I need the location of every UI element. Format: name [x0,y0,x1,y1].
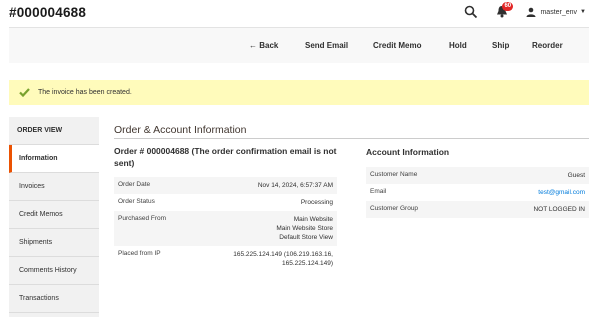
sidebar-item-shipments[interactable]: Shipments [9,229,99,257]
sidebar-item-information[interactable]: Information [9,145,99,173]
credit-memo-button[interactable]: Credit Memo [373,41,421,50]
value-line: Main Website [293,216,333,223]
row-label: Order Date [118,181,151,188]
value-line: 165.225.124.149 (106.219.163.16, [233,251,333,258]
sidebar-heading: ORDER VIEW [9,117,99,145]
row-label: Customer Group [370,205,419,212]
table-row: Order Status Processing [114,194,337,211]
notification-count-badge: 60 [502,2,514,11]
chevron-down-icon: ▼ [580,9,586,15]
page-title: #000004688 [9,5,87,20]
ship-button[interactable]: Ship [492,41,509,50]
sidebar-item-transactions[interactable]: Transactions [9,285,99,313]
value-line: Default Store View [279,234,333,241]
value-line: 165.225.124.149) [282,260,333,267]
hold-button[interactable]: Hold [449,41,467,50]
table-row: Order Date Nov 14, 2024, 6:57:37 AM [114,177,337,194]
table-row: Placed from IP 165.225.124.149 (106.219.… [114,246,337,272]
row-value: Nov 14, 2024, 6:57:37 AM [257,182,333,189]
search-icon[interactable] [464,5,478,19]
row-value: NOT LOGGED IN [533,206,585,213]
value-line: Main Website Store [276,225,333,232]
page-actions-bar: ← Back Send Email Credit Memo Hold Ship … [9,27,589,63]
section-divider [114,138,589,139]
row-value: Guest [567,172,585,179]
section-title: Order & Account Information [114,124,247,136]
row-value: Main Website Main Website Store Default … [174,211,337,246]
table-row: Purchased From Main Website Main Website… [114,211,337,246]
table-row: Customer Name Guest [366,167,589,184]
row-value: 165.225.124.149 (106.219.163.16, 165.225… [174,246,337,272]
admin-actions: 60 master_env ▼ [464,2,586,20]
account-info-title: Account Information [366,147,450,157]
send-email-button[interactable]: Send Email [305,41,348,50]
order-info-table: Order Date Nov 14, 2024, 6:57:37 AM Orde… [114,177,337,272]
checkmark-icon [19,88,30,98]
sidebar-item-invoices[interactable]: Invoices [9,173,99,201]
sidebar-item-comments-history[interactable]: Comments History [9,257,99,285]
row-value: Processing [300,199,333,206]
row-label: Order Status [118,198,155,205]
reorder-button[interactable]: Reorder [532,41,563,50]
user-menu[interactable]: master_env ▼ [526,7,586,17]
row-label: Email [370,188,387,195]
back-button[interactable]: ← Back [249,41,278,50]
order-title: Order # 000004688 (The order confirmatio… [114,146,337,168]
table-row: Customer Group NOT LOGGED IN [366,201,589,218]
email-link[interactable]: test@gmail.com [474,184,589,201]
row-label: Placed from IP [118,250,161,257]
user-name: master_env [540,8,578,16]
notifications-button[interactable]: 60 [496,2,514,19]
success-message: The invoice has been created. [9,80,589,105]
order-view-sidebar: ORDER VIEW Information Invoices Credit M… [9,117,99,317]
row-label: Customer Name [370,171,418,178]
account-info-table: Customer Name Guest Email test@gmail.com… [366,167,589,218]
row-label: Purchased From [118,215,167,222]
table-row: Email test@gmail.com [366,184,589,201]
sidebar-item-credit-memos[interactable]: Credit Memos [9,201,99,229]
user-icon [526,7,536,17]
success-message-text: The invoice has been created. [38,89,132,96]
